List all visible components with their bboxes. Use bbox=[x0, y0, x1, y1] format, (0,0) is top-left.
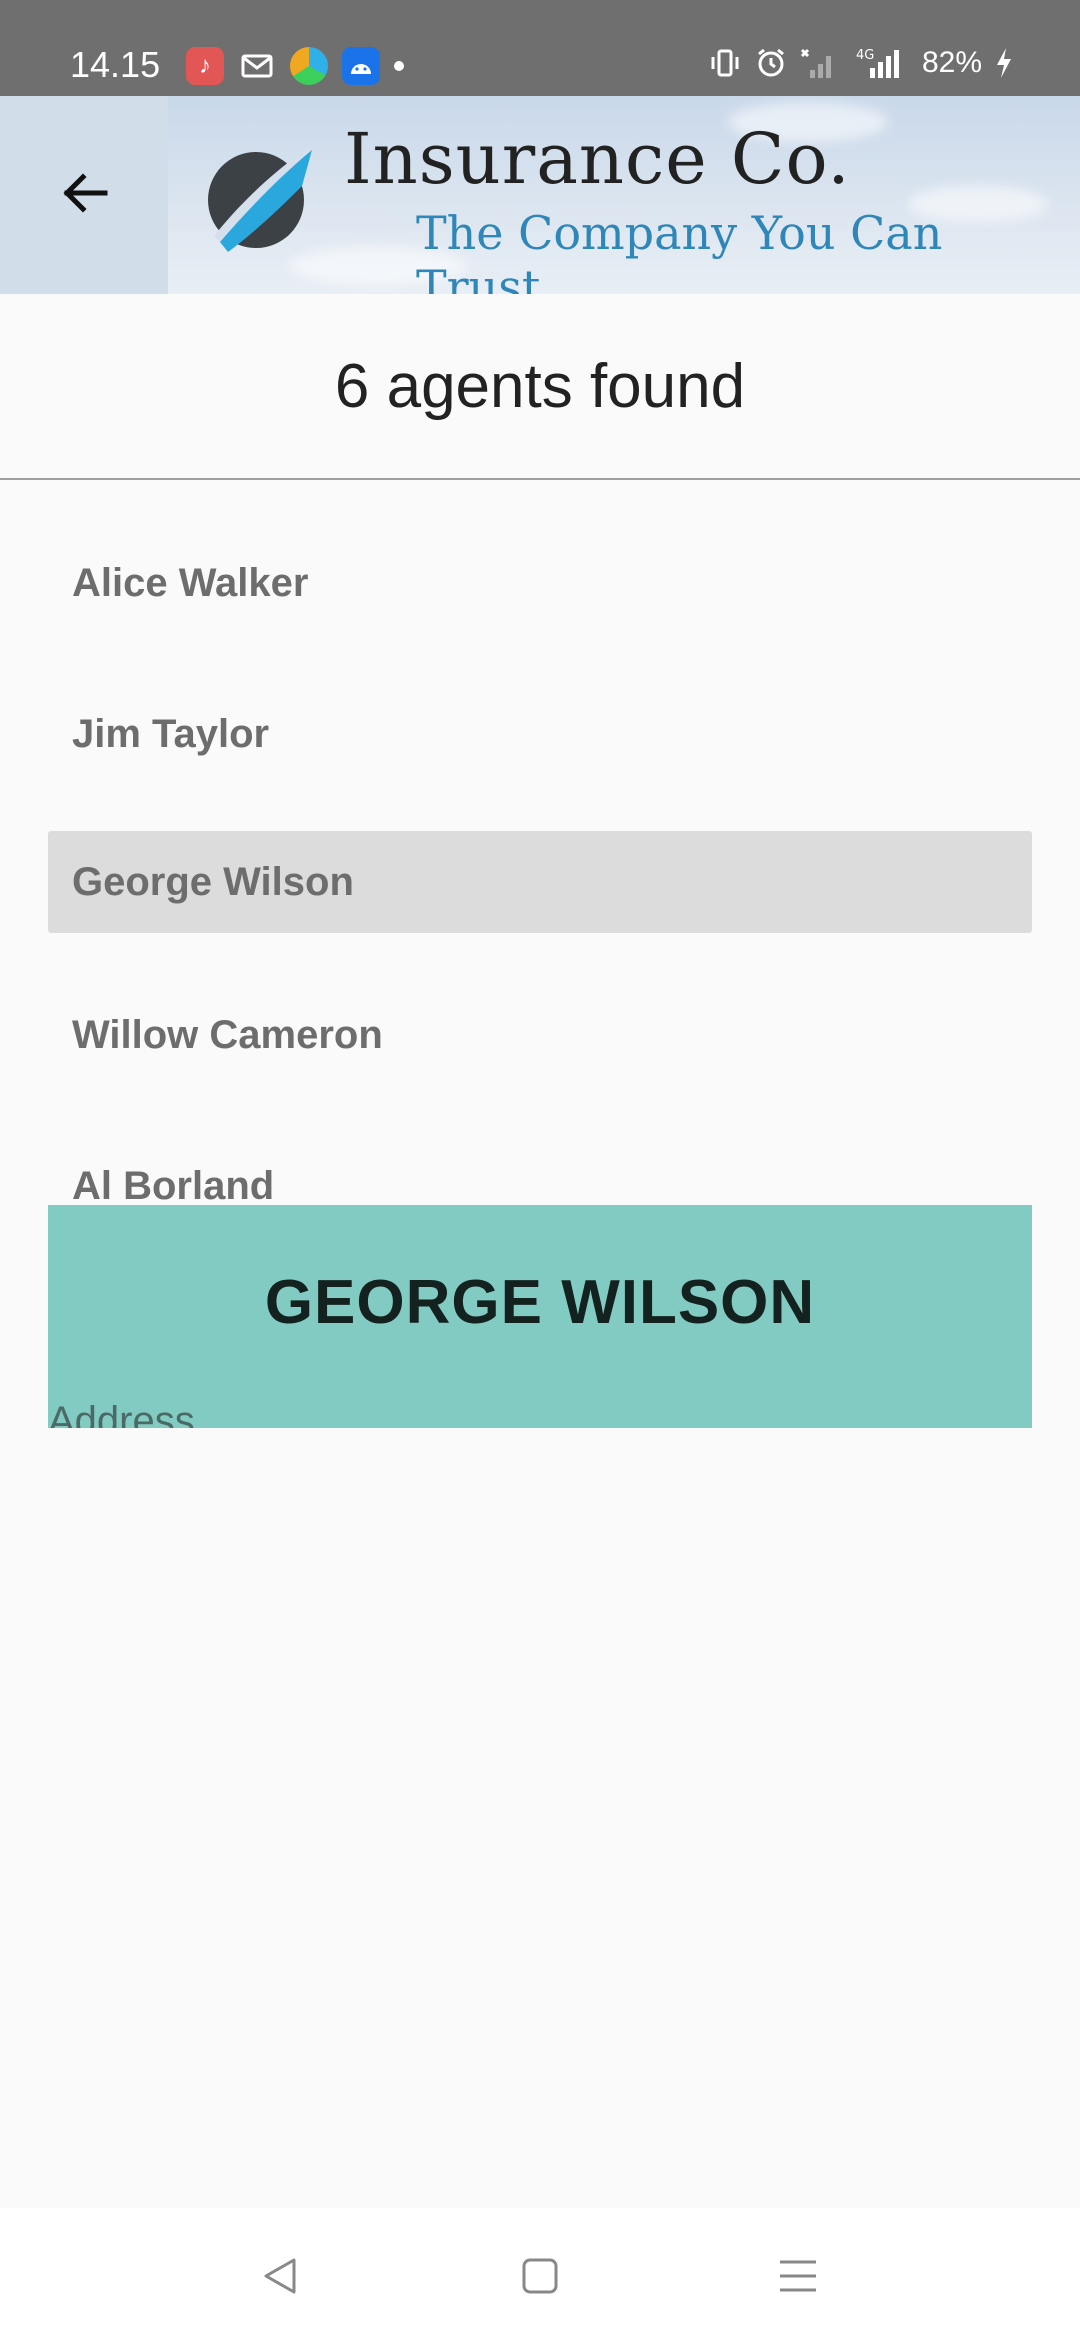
4g-signal-icon: 4G bbox=[856, 48, 899, 78]
brand-tagline: The Company You Can Trust bbox=[416, 206, 943, 294]
detail-address-label: Address bbox=[48, 1399, 195, 1428]
menu-lines-icon bbox=[780, 2260, 816, 2292]
back-button[interactable] bbox=[50, 158, 120, 228]
android-icon bbox=[342, 47, 380, 85]
status-bar: 14.15 ♪ 4G 82% bbox=[0, 0, 1080, 96]
swoosh-logo-icon bbox=[208, 146, 316, 252]
nav-home-button[interactable] bbox=[512, 2248, 568, 2304]
agent-name: Al Borland bbox=[72, 1163, 275, 1208]
no-signal-icon bbox=[800, 48, 831, 78]
mail-icon bbox=[238, 47, 276, 85]
browser-icon bbox=[290, 47, 328, 85]
arrow-left-icon bbox=[63, 173, 108, 213]
svg-text:4G: 4G bbox=[856, 48, 874, 63]
charging-icon bbox=[997, 48, 1011, 78]
back-triangle-icon bbox=[264, 2258, 296, 2294]
agent-name: Jim Taylor bbox=[72, 711, 270, 756]
agent-list-item[interactable]: Alice Walker bbox=[48, 532, 1032, 634]
music-app-icon: ♪ bbox=[186, 47, 224, 85]
agent-list-item[interactable]: Jim Taylor bbox=[48, 683, 1032, 785]
results-count-heading: 6 agents found bbox=[334, 351, 746, 421]
system-nav-bar bbox=[0, 2208, 1080, 2340]
brand-banner: Insurance Co. The Company You Can Trust bbox=[168, 96, 1080, 294]
status-time: 14.15 bbox=[70, 44, 161, 85]
home-square-icon bbox=[522, 2258, 558, 2294]
agent-list-item-selected[interactable]: George Wilson bbox=[48, 831, 1032, 933]
back-area bbox=[0, 96, 168, 294]
agent-name: George Wilson bbox=[72, 859, 354, 904]
detail-agent-name: GEORGE WILSON bbox=[264, 1268, 816, 1337]
notification-dot-icon bbox=[394, 61, 404, 71]
status-system-icons: 4G 82% bbox=[708, 46, 1014, 80]
vibrate-icon bbox=[711, 49, 739, 77]
agent-detail-panel: GEORGE WILSON Address bbox=[48, 1205, 1032, 1428]
agent-name: Alice Walker bbox=[72, 560, 309, 605]
nav-menu-button[interactable] bbox=[770, 2248, 826, 2304]
agent-name: Willow Cameron bbox=[72, 1012, 383, 1057]
status-notification-icons: ♪ bbox=[186, 47, 404, 85]
nav-back-button[interactable] bbox=[252, 2248, 308, 2304]
agent-list-item[interactable]: Willow Cameron bbox=[48, 984, 1032, 1086]
alarm-icon bbox=[758, 48, 784, 77]
app-header: Insurance Co. The Company You Can Trust bbox=[0, 96, 1080, 294]
battery-percent: 82% bbox=[921, 46, 982, 79]
divider bbox=[0, 478, 1080, 480]
brand-title: Insurance Co. bbox=[344, 118, 851, 200]
